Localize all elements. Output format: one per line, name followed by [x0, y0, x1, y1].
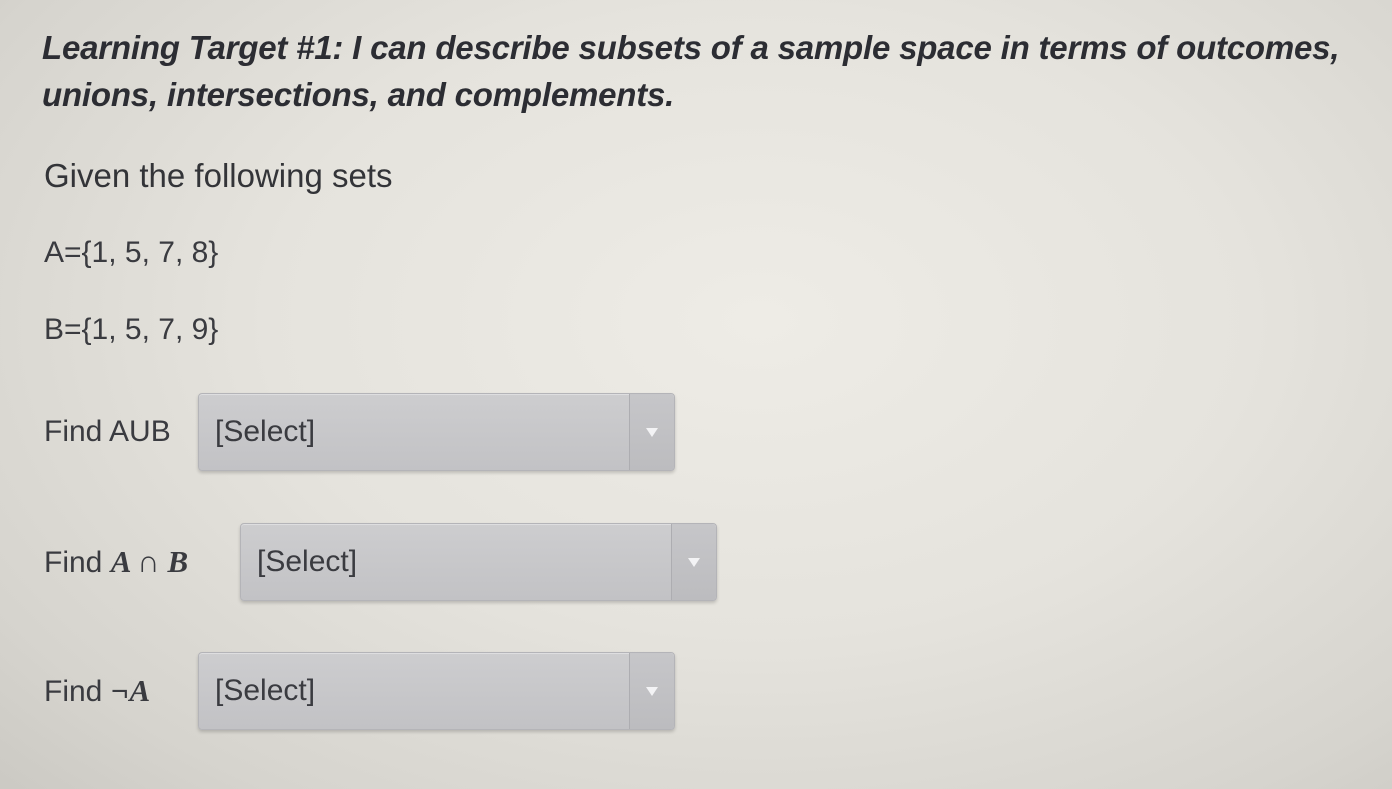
chevron-down-icon	[646, 428, 658, 437]
intersection-select-dropdown-button[interactable]	[671, 524, 716, 600]
complement-expression: ¬A	[110, 673, 151, 708]
union-select-value: [Select]	[215, 415, 316, 448]
union-answer-select[interactable]: [Select]	[198, 393, 675, 471]
intersection-expression: A ∩ B	[110, 544, 189, 579]
chevron-down-icon	[688, 558, 700, 567]
intersection-select-value: [Select]	[257, 545, 358, 578]
given-sets-text: Given the following sets	[44, 157, 393, 194]
question-union-label: Find AUB	[44, 389, 171, 475]
chevron-down-icon	[646, 687, 658, 696]
question-intersection-label-text: Find	[44, 546, 103, 579]
complement-select-dropdown-button[interactable]	[629, 653, 674, 729]
question-complement-label-text: Find	[44, 675, 103, 708]
set-b-definition: B={1, 5, 7, 9}	[44, 313, 219, 346]
union-select-dropdown-button[interactable]	[629, 394, 674, 470]
learning-target-heading: Learning Target #1: I can describe subse…	[42, 29, 1340, 113]
set-a-definition: A={1, 5, 7, 8}	[44, 236, 219, 269]
quiz-page: Learning Target #1: I can describe subse…	[0, 0, 1392, 789]
complement-select-value: [Select]	[215, 674, 316, 707]
question-intersection-label: Find A ∩ B	[44, 519, 188, 605]
question-union-label-text: Find AUB	[44, 415, 171, 448]
question-complement-label: Find ¬A	[44, 648, 150, 734]
intersection-answer-select[interactable]: [Select]	[240, 523, 717, 601]
complement-answer-select[interactable]: [Select]	[198, 652, 675, 730]
